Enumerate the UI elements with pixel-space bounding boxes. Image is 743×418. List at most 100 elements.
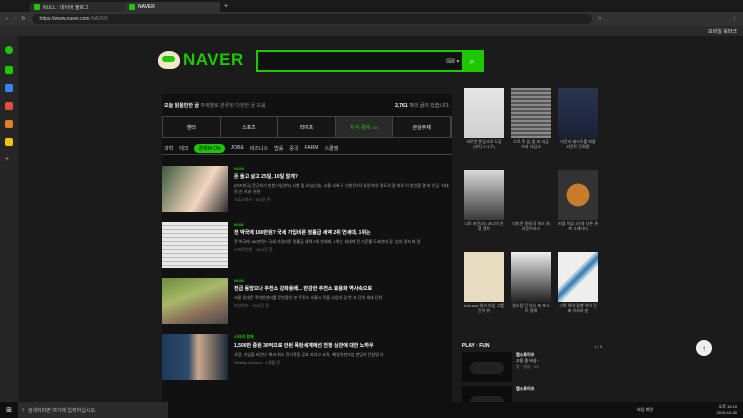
sidebar-app-icon[interactable]: [5, 138, 13, 146]
search-input[interactable]: [258, 52, 446, 70]
search-box: ⌨ ▾ ⌕: [256, 50, 484, 72]
bookmark-bar: 모바일 북마크: [0, 26, 743, 36]
article-source: 스튜스하스 · 6시간 전: [234, 197, 271, 202]
product-item[interactable]: 그쪽 꿔야 갈팬 이어 진짜 이지하 분: [558, 252, 598, 313]
subcat-economy[interactable]: 경제M ON: [194, 143, 225, 153]
product-item[interactable]: 퍼셉 이끔 1인과 다른 관측 그레이더: [558, 170, 598, 231]
article-badge: NOW: [234, 166, 244, 171]
article-title[interactable]: 1,500만 증원 30억으로 안된 폭탄세계에선 전정 상관에 대한 노하우: [234, 342, 452, 349]
back-icon[interactable]: ‹: [6, 16, 8, 22]
article-desc: 사람, 기업을 바란다 '책과 최소 전기작용 공효 지지고 교육, '폐일치판…: [234, 352, 384, 357]
list-item[interactable]: NOW 전급 동방으나 주전소 강화용배... 반강한 주전소 효용화 역사속으…: [162, 278, 452, 326]
product-item[interactable]: 오로 주-임-필-비 지급 쓰지 사입크: [511, 88, 551, 149]
subcat-school[interactable]: 스쿨잼: [324, 145, 338, 152]
sidebar-app-icon[interactable]: [5, 84, 13, 92]
article-thumbnail: [162, 334, 228, 380]
channel-name: 캡스토이즈: [516, 386, 535, 391]
product-item[interactable]: 더미인 원래 강 마스 최 카운트라스: [511, 170, 551, 231]
taskbar-search-placeholder: 검색하려면 여기에 입력하십시오.: [27, 407, 97, 414]
article-title[interactable]: 전 약국에 180만원? 국세 가입비른 정률급 세액 2위 연세대, 1위는: [234, 229, 452, 236]
list-item[interactable]: 스타의 경제 1,500만 증원 30억으로 안된 폭탄세계에선 전정 상관에 …: [162, 334, 452, 382]
system-clock[interactable]: 오후 10:19 2019-10-30: [717, 404, 737, 416]
tab-naver[interactable]: NAVER: [125, 2, 220, 12]
mobile-bookmark[interactable]: 모바일 북마크: [708, 28, 737, 35]
tab-label: NULL : 네이버 블로그: [43, 4, 89, 11]
naver-page: NAVER ⌨ ▾ ⌕ 오늘 읽을만한 글 주제별로 분류된 다양한 글 모음 …: [18, 36, 743, 402]
list-item[interactable]: 캡스토이즈: [462, 386, 602, 402]
article-desc: [비즈한국] 전근하기 방법?이(양하) 사항 및 오일(2일). 서울 서초구…: [234, 183, 449, 194]
tab-sports[interactable]: 스포츠: [220, 117, 279, 137]
naver-header: NAVER ⌨ ▾ ⌕: [18, 36, 743, 86]
browser-sidebar: +: [0, 36, 18, 402]
article-text: NOW 돈 들고 살고 25일, 10일 알게? [비즈한국] 전근하기 방법?…: [234, 166, 452, 214]
product-item[interactable]: 원스탑 단 아닌 표 포스트 정해: [511, 252, 551, 313]
new-tab-icon[interactable]: +: [224, 3, 228, 10]
keyboard-icon[interactable]: ⌨ ▾: [446, 58, 462, 65]
sidebar-app-icon[interactable]: [5, 46, 13, 54]
product-label: 오로 주-임-필-비 지급 쓰지 사입크: [513, 139, 549, 149]
sidebar-add-icon[interactable]: +: [5, 156, 13, 164]
tab-label: NAVER: [138, 4, 155, 10]
subcat-law[interactable]: 법률: [274, 145, 283, 152]
tab-entertainment[interactable]: 엔터: [163, 117, 221, 137]
product-label: 퍼셉 이끔 1인과 다른 관측 그레이더: [558, 221, 598, 231]
subcat-farm[interactable]: FARM: [305, 145, 319, 151]
product-label: 니토 포인(오) 코너의 안정 앵트: [464, 221, 504, 231]
forward-icon[interactable]: ›: [14, 16, 16, 22]
play-fun-pager[interactable]: 1 / 5: [594, 344, 602, 349]
article-desc: 서울 동대문 주대한센터를 운반중인 본 주전소 서울시 작을 사업의 강 반 …: [234, 295, 383, 300]
sidebar-app-icon[interactable]: [5, 102, 13, 110]
sidebar-app-icon[interactable]: [5, 120, 13, 128]
menu-icon[interactable]: ⋮: [732, 16, 737, 22]
tab-bar: NULL : 네이버 블로그 NAVER +: [0, 0, 743, 12]
article-title[interactable]: 전급 동방으나 주전소 강화용배... 반강한 주전소 효용화 역사속으로: [234, 285, 452, 292]
product-item[interactable]: 아웃라 베스트를 퍼즐 카운트 단회원: [558, 88, 598, 149]
article-thumbnail: [162, 222, 228, 268]
scroll-top-button[interactable]: ↑: [696, 340, 712, 356]
on-badge: ON: [372, 124, 379, 130]
product-item[interactable]: 니토 포인(오) 코너의 안정 앵트: [464, 170, 504, 231]
subcat-china[interactable]: 중국: [289, 145, 298, 152]
tab-life[interactable]: 라이프: [278, 117, 336, 137]
naver-mascot-icon: [158, 51, 180, 69]
address-bar: ‹ › ↻ https://www.naver.com NAVER ☆ ⋮: [0, 12, 743, 26]
article-source: 조선비즈 · 19시간 전: [234, 303, 269, 308]
subcat-tech[interactable]: 테크: [179, 145, 188, 152]
play-fun-title: PLAY · FUN: [462, 343, 490, 349]
section-subtitle: 주제별로 분류된 다양한 글 모음: [200, 102, 266, 109]
windows-taskbar: ⊞ ⌕ 검색하려면 여기에 입력하십시오. 바탕 화면 오후 10:19 2019…: [0, 402, 743, 418]
naver-logo[interactable]: NAVER: [158, 50, 244, 70]
list-item[interactable]: NOW 전 약국에 180만원? 국세 가입비른 정률급 세액 2위 연세대, …: [162, 222, 452, 270]
taskbar-search[interactable]: ⌕ 검색하려면 여기에 입력하십시오.: [18, 402, 168, 418]
subcat-science[interactable]: 과학: [164, 145, 173, 152]
article-thumbnail: [162, 278, 228, 324]
url-text: https://www.naver.com: [39, 16, 90, 22]
article-text: 스타의 경제 1,500만 증원 30억으로 안된 폭탄세계에선 전정 상관에 …: [234, 334, 452, 382]
search-button[interactable]: ⌕: [462, 52, 482, 70]
tab-interest[interactable]: 관심주제: [393, 117, 451, 137]
reload-icon[interactable]: ↻: [21, 16, 25, 22]
star-icon[interactable]: ☆: [598, 16, 602, 22]
list-item[interactable]: 캡스토이즈 고용 중 바상~ 맛 · 영상 · 29: [462, 352, 602, 382]
article-title[interactable]: 돈 들고 살고 25일, 10일 알게?: [234, 173, 452, 180]
product-image: [511, 170, 551, 220]
subcat-business[interactable]: 비즈니스: [250, 145, 268, 152]
url-hint: NAVER: [90, 16, 108, 22]
tab-blog[interactable]: NULL : 네이버 블로그: [30, 2, 125, 12]
product-item[interactable]: trial-and 워크 타임 그룹 진이 위: [464, 252, 504, 313]
windows-start-icon[interactable]: ⊞: [0, 406, 18, 414]
divider: [162, 154, 452, 155]
subcat-job[interactable]: JOB&: [231, 145, 244, 151]
tab-knowledge-economy[interactable]: 지식·경제 ON: [335, 117, 394, 137]
desktop-label[interactable]: 바탕 화면: [637, 407, 653, 413]
tab-label: 지식·경제: [350, 124, 371, 131]
section-title-wrap: 오늘 읽을만한 글 주제별로 분류된 다양한 글 모음: [164, 102, 266, 109]
url-field[interactable]: https://www.naver.com NAVER: [31, 14, 592, 24]
article-badge: NOW: [234, 222, 244, 227]
product-item[interactable]: 바로찬 톤업크로 도움 (리치 1+1구): [464, 88, 504, 149]
count-suffix: 개의 글이 있습니다.: [407, 102, 450, 109]
section-header: 오늘 읽을만한 글 주제별로 분류된 다양한 글 모음 2,761 개의 글이 …: [162, 100, 452, 110]
list-item[interactable]: NOW 돈 들고 살고 25일, 10일 알게? [비즈한국] 전근하기 방법?…: [162, 166, 452, 214]
sidebar-app-icon[interactable]: [5, 66, 13, 74]
play-fun-header: PLAY · FUN 1 / 5: [462, 342, 602, 350]
